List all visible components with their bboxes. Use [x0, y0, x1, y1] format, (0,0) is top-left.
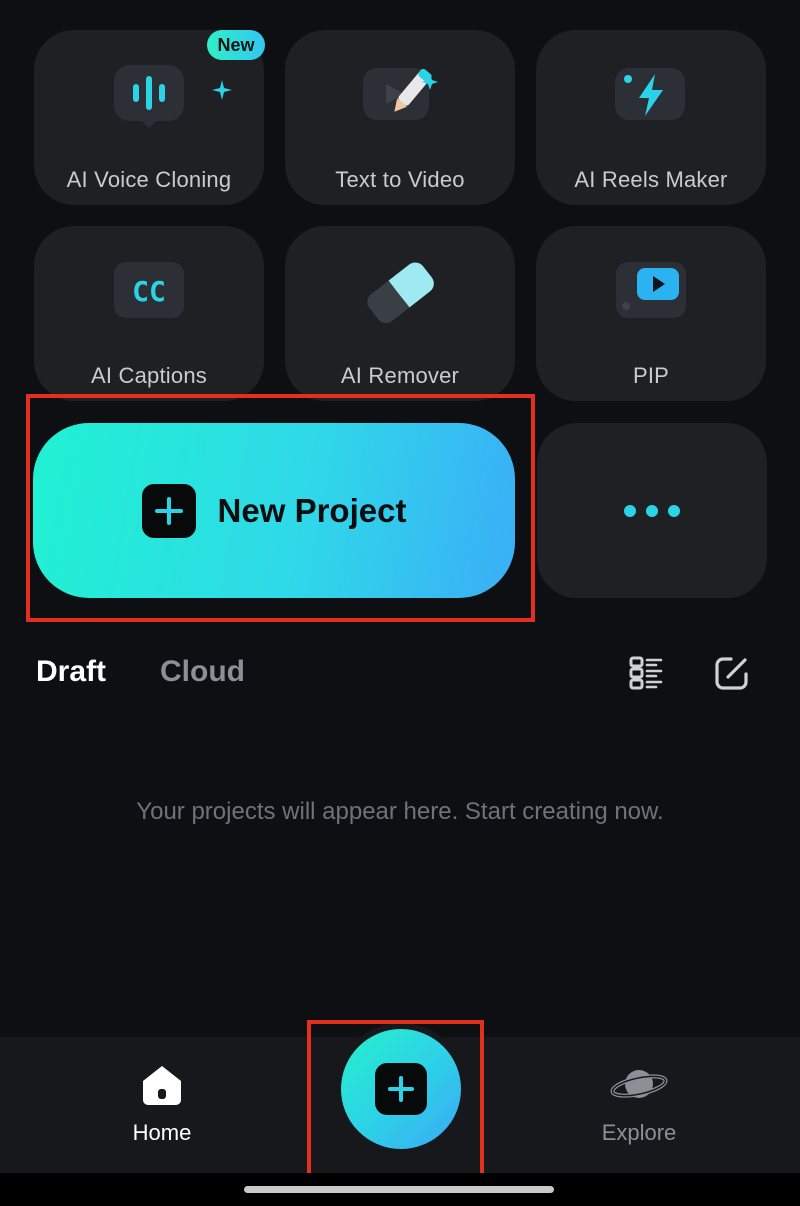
- tool-label: AI Remover: [340, 363, 460, 388]
- home-icon: [143, 1066, 181, 1105]
- empty-state-message: Your projects will appear here. Start cr…: [136, 798, 664, 825]
- tool-pip[interactable]: PIP: [536, 226, 766, 401]
- home-indicator[interactable]: [244, 1186, 554, 1193]
- svg-text:CC: CC: [132, 275, 166, 308]
- eraser-icon: [367, 262, 434, 324]
- nav-home[interactable]: Home: [102, 1063, 222, 1146]
- planet-icon: [610, 1070, 668, 1098]
- tab-draft[interactable]: Draft: [36, 655, 106, 689]
- nav-explore[interactable]: Explore: [579, 1063, 699, 1146]
- fab-highlight: [307, 1020, 484, 1180]
- tool-ai-reels-maker[interactable]: AI Reels Maker: [536, 30, 766, 205]
- picture-in-picture-icon: [616, 262, 686, 318]
- cc-icon: CC: [114, 262, 184, 318]
- edit-icon[interactable]: [714, 655, 750, 691]
- tool-label: Text to Video: [335, 167, 465, 192]
- text-to-video-icon: [363, 68, 438, 120]
- tool-label: PIP: [632, 363, 670, 388]
- tool-text-to-video[interactable]: Text to Video: [285, 30, 515, 205]
- nav-explore-label: Explore: [601, 1120, 677, 1145]
- new-project-highlight: [26, 394, 535, 622]
- more-tools-button[interactable]: [537, 423, 767, 598]
- tool-ai-remover[interactable]: AI Remover: [285, 226, 515, 401]
- project-tabs: Draft Cloud: [36, 655, 245, 689]
- lightning-icon: [615, 68, 685, 120]
- tool-label: AI Reels Maker: [574, 167, 728, 192]
- more-icon: [624, 504, 636, 517]
- new-badge: New: [207, 30, 265, 60]
- list-view-icon[interactable]: [628, 655, 664, 691]
- tab-cloud[interactable]: Cloud: [160, 655, 245, 689]
- nav-home-label: Home: [132, 1120, 192, 1145]
- tool-ai-captions[interactable]: CC AI Captions: [34, 226, 264, 401]
- tool-label: AI Captions: [91, 363, 207, 388]
- tool-label: AI Voice Cloning: [66, 167, 232, 192]
- sparkle-icon: [212, 80, 232, 100]
- voice-wave-icon: [114, 65, 184, 128]
